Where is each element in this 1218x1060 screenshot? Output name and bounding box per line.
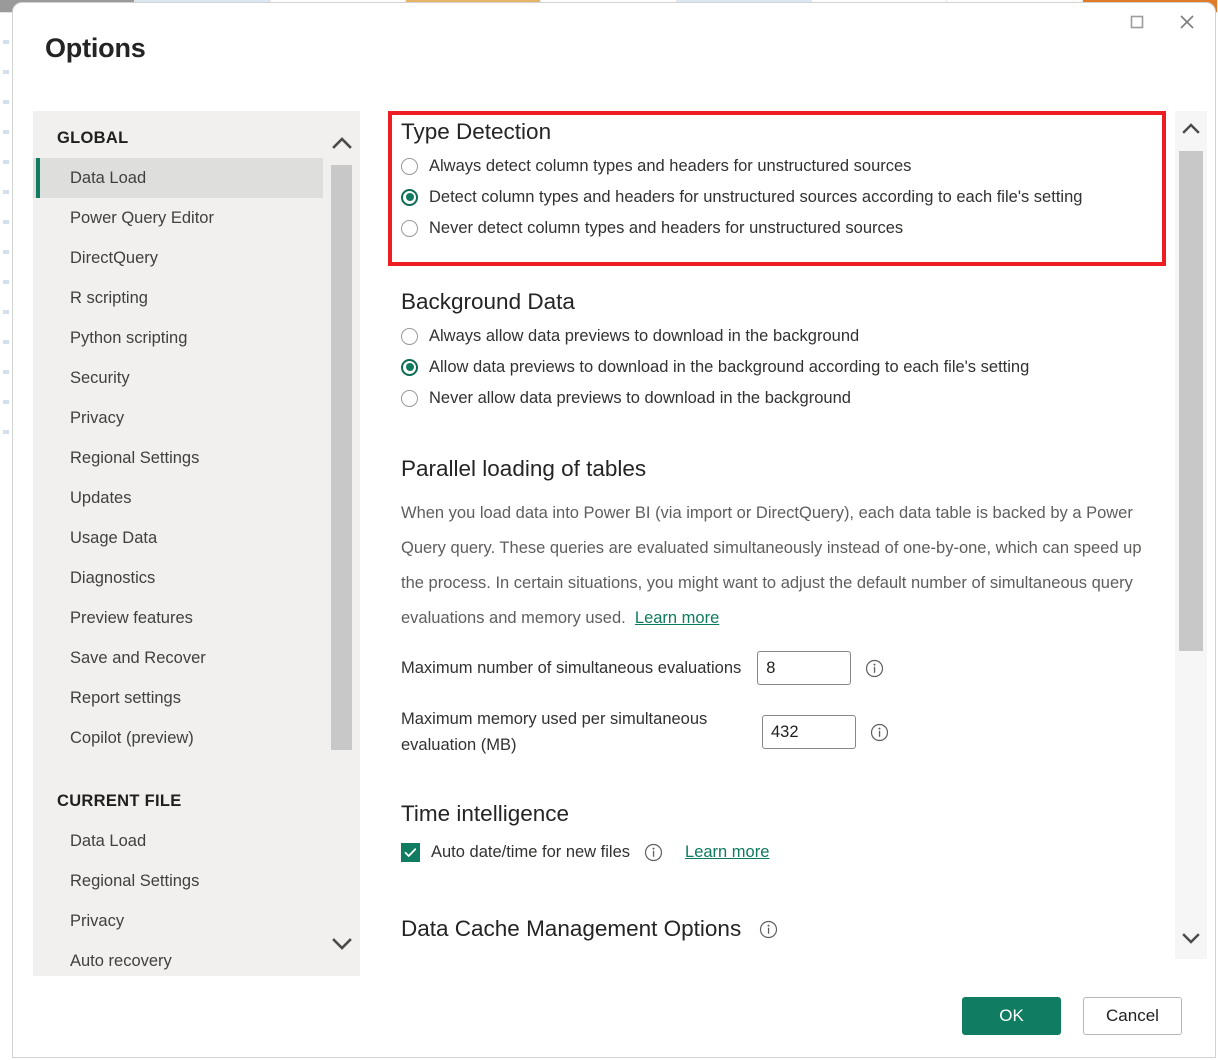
sidebar-item-current-data-load[interactable]: Data Load [33,821,323,861]
chevron-up-icon[interactable] [1175,113,1207,147]
radio-label: Detect column types and headers for unst… [429,187,1082,207]
sidebar-item-security[interactable]: Security [33,358,323,398]
type-detection-heading: Type Detection [401,119,1161,145]
time-intelligence-heading: Time intelligence [401,801,1161,827]
maximize-icon[interactable] [1115,7,1159,37]
radio-icon[interactable] [401,328,418,345]
max-evaluations-input[interactable] [757,651,851,685]
parallel-loading-learn-more-link[interactable]: Learn more [635,609,719,627]
auto-date-time-label: Auto date/time for new files [431,843,630,862]
sidebar-item-copilot-preview[interactable]: Copilot (preview) [33,718,323,758]
parallel-loading-section: Parallel loading of tables When you load… [401,456,1161,636]
data-cache-heading: Data Cache Management Options [401,916,741,942]
sidebar-item-data-load[interactable]: Data Load [33,158,323,198]
content-scrollbar-thumb[interactable] [1179,151,1203,651]
max-evaluations-label: Maximum number of simultaneous evaluatio… [401,655,741,681]
info-icon[interactable] [644,843,663,862]
options-dialog: Options GLOBAL Data Load Power Query Edi… [12,2,1216,1058]
radio-icon-selected[interactable] [401,189,418,206]
background-data-heading: Background Data [401,289,1161,315]
sidebar-item-python-scripting[interactable]: Python scripting [33,318,323,358]
time-intelligence-learn-more-link[interactable]: Learn more [685,843,769,862]
ok-button[interactable]: OK [962,997,1061,1035]
radio-always-allow-previews[interactable]: Always allow data previews to download i… [401,326,1161,346]
type-detection-section: Type Detection Always detect column type… [401,119,1161,238]
radio-allow-previews-per-file[interactable]: Allow data previews to download in the b… [401,357,1161,377]
cancel-button[interactable]: Cancel [1083,997,1182,1035]
parallel-loading-description: When you load data into Power BI (via im… [401,496,1153,636]
sidebar-item-regional-settings[interactable]: Regional Settings [33,438,323,478]
sidebar-item-r-scripting[interactable]: R scripting [33,278,323,318]
page-title: Options [45,33,146,64]
radio-icon[interactable] [401,158,418,175]
info-icon[interactable] [759,920,778,939]
parallel-loading-description-text: When you load data into Power BI (via im… [401,504,1142,627]
dialog-footer: OK Cancel [962,997,1182,1035]
sidebar-item-preview-features[interactable]: Preview features [33,598,323,638]
options-content-pane: Type Detection Always detect column type… [378,111,1168,959]
parallel-loading-heading: Parallel loading of tables [401,456,1161,482]
data-cache-section: Data Cache Management Options [401,916,778,942]
auto-date-time-row: Auto date/time for new files Learn more [401,843,1161,862]
sidebar-scroll-area: GLOBAL Data Load Power Query Editor Dire… [33,111,323,976]
info-icon[interactable] [870,723,889,742]
sidebar-item-diagnostics[interactable]: Diagnostics [33,558,323,598]
radio-label: Always detect column types and headers f… [429,156,911,176]
radio-icon[interactable] [401,220,418,237]
sidebar-item-report-settings[interactable]: Report settings [33,678,323,718]
sidebar-group-global: GLOBAL [33,111,323,158]
sidebar-item-privacy[interactable]: Privacy [33,398,323,438]
sidebar-item-current-regional-settings[interactable]: Regional Settings [33,861,323,901]
sidebar-group-current-file: CURRENT FILE [33,758,323,821]
radio-always-detect[interactable]: Always detect column types and headers f… [401,156,1161,176]
max-evaluations-row: Maximum number of simultaneous evaluatio… [401,651,884,685]
time-intelligence-section: Time intelligence Auto date/time for new… [401,801,1161,862]
info-icon[interactable] [865,659,884,678]
sidebar-item-current-privacy[interactable]: Privacy [33,901,323,941]
max-memory-row: Maximum memory used per simultaneous eva… [401,706,889,758]
options-sidebar: GLOBAL Data Load Power Query Editor Dire… [33,111,360,976]
radio-icon[interactable] [401,390,418,407]
close-icon[interactable] [1165,7,1209,37]
sidebar-item-save-and-recover[interactable]: Save and Recover [33,638,323,678]
radio-label: Always allow data previews to download i… [429,326,859,346]
sidebar-item-auto-recovery[interactable]: Auto recovery [33,941,323,976]
sidebar-item-power-query-editor[interactable]: Power Query Editor [33,198,323,238]
radio-label: Never detect column types and headers fo… [429,218,903,238]
chevron-up-icon[interactable] [323,123,360,165]
dialog-titlebar [13,3,1215,39]
content-scrollbar[interactable] [1175,111,1207,959]
radio-label: Never allow data previews to download in… [429,388,851,408]
sidebar-scrollbar-track[interactable] [331,165,352,915]
sidebar-item-updates[interactable]: Updates [33,478,323,518]
chevron-down-icon[interactable] [323,924,360,966]
radio-never-detect[interactable]: Never detect column types and headers fo… [401,218,1161,238]
content-scrollbar-track[interactable] [1179,151,1203,919]
sidebar-scrollbar[interactable] [323,111,360,976]
sidebar-scrollbar-thumb[interactable] [331,165,352,750]
max-memory-input[interactable] [762,715,856,749]
sidebar-item-usage-data[interactable]: Usage Data [33,518,323,558]
max-memory-label: Maximum memory used per simultaneous eva… [401,706,746,758]
background-data-section: Background Data Always allow data previe… [401,289,1161,408]
radio-never-allow-previews[interactable]: Never allow data previews to download in… [401,388,1161,408]
chevron-down-icon[interactable] [1175,923,1207,957]
sidebar-item-directquery[interactable]: DirectQuery [33,238,323,278]
checkbox-icon-checked[interactable] [401,843,420,862]
radio-detect-per-file[interactable]: Detect column types and headers for unst… [401,187,1161,207]
radio-label: Allow data previews to download in the b… [429,357,1029,377]
radio-icon-selected[interactable] [401,359,418,376]
